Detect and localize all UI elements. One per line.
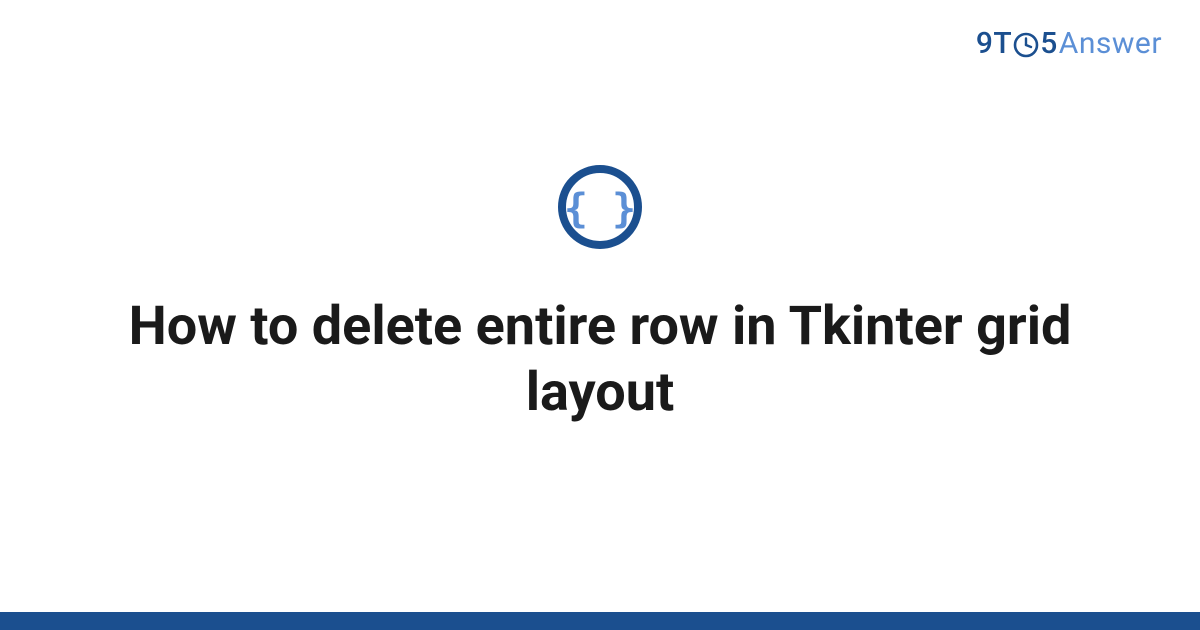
footer-accent-bar (0, 612, 1200, 630)
svg-text:{ }: { } (564, 186, 636, 232)
page-title: How to delete entire row in Tkinter grid… (90, 294, 1110, 426)
category-badge: { } (557, 164, 643, 250)
main-content: { } How to delete entire row in Tkinter … (0, 0, 1200, 630)
